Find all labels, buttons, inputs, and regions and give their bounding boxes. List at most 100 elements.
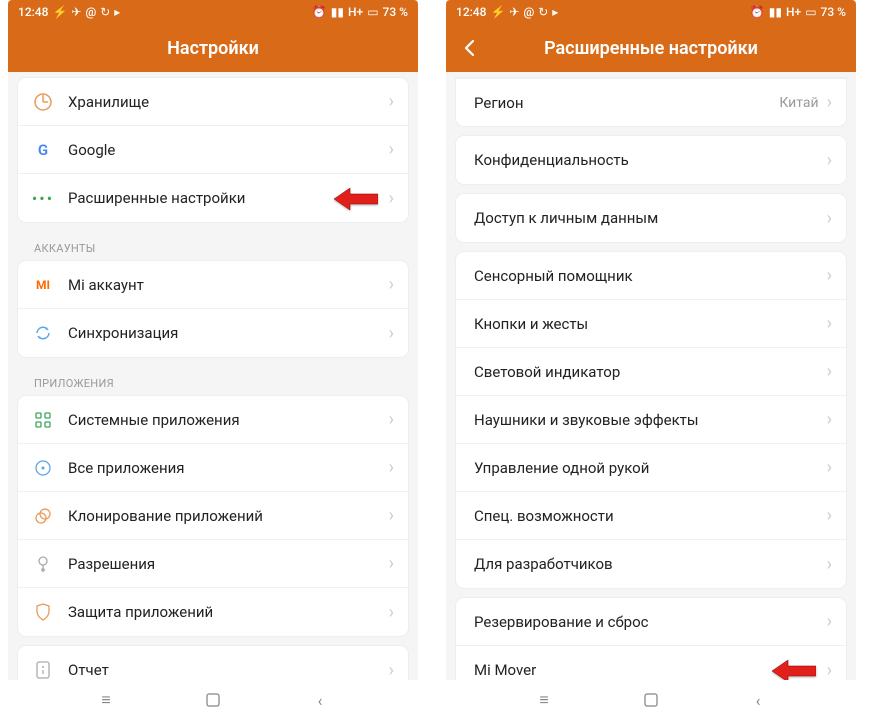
status-time: 12:48 (18, 5, 48, 19)
status-at-icon: @ (85, 5, 96, 19)
page-title: Настройки (167, 38, 259, 59)
row-label: Mi аккаунт (68, 276, 389, 294)
nav-home-icon[interactable] (204, 691, 222, 709)
status-signal-icon: ▮▮ (769, 5, 782, 19)
chevron-right-icon: › (827, 92, 832, 113)
chevron-right-icon: › (389, 323, 394, 344)
row-headphones[interactable]: Наушники и звуковые эффекты › (456, 396, 846, 444)
group-personal-data: Доступ к личным данным › (456, 194, 846, 242)
row-label: Отчет (68, 661, 389, 679)
nav-recents-icon[interactable]: ≡ (97, 691, 115, 709)
chevron-right-icon: › (827, 150, 832, 171)
status-alarm-icon: ⏰ (312, 5, 327, 19)
chevron-right-icon: › (389, 457, 394, 478)
titlebar: Расширенные настройки (446, 24, 856, 72)
nav-home-icon[interactable] (642, 691, 660, 709)
status-loop-icon: ↻ (100, 5, 110, 19)
nav-back-icon[interactable]: ‹ (749, 691, 767, 709)
page-title: Расширенные настройки (544, 38, 758, 59)
status-battery: 73 % (821, 5, 846, 19)
status-bolt-icon: ⚡ (52, 5, 67, 19)
row-one-hand[interactable]: Управление одной рукой › (456, 444, 846, 492)
row-label: Системные приложения (68, 411, 389, 429)
chevron-right-icon: › (827, 660, 832, 681)
row-led[interactable]: Световой индикатор › (456, 348, 846, 396)
status-battery-icon: ▭ (805, 5, 816, 19)
report-icon (32, 659, 54, 680)
status-telegram-icon: ✈ (509, 5, 519, 19)
row-label: Управление одной рукой (474, 459, 827, 477)
row-personal-data[interactable]: Доступ к личным данным › (456, 194, 846, 242)
section-header-apps: ПРИЛОЖЕНИЯ (18, 367, 408, 396)
row-advanced-settings[interactable]: ••• Расширенные настройки › (18, 174, 408, 222)
google-icon: G (32, 139, 54, 161)
group-backup: Резервирование и сброс › Mi Mover › (456, 598, 846, 680)
row-label: Конфиденциальность (474, 151, 827, 169)
phone-advanced-settings: 12:48 ⚡ ✈ @ ↻ ▸ ⏰ ▮▮ H+ ▭ 73 % Расширенн… (446, 0, 856, 720)
back-button[interactable] (458, 36, 482, 60)
chevron-right-icon: › (827, 554, 832, 575)
row-label: Хранилище (68, 93, 389, 111)
chevron-right-icon: › (827, 313, 832, 334)
clone-icon (32, 505, 54, 527)
circle-icon (32, 457, 54, 479)
storage-icon (32, 91, 54, 113)
row-all-apps[interactable]: Все приложения › (18, 444, 408, 492)
settings-group-apps: Системные приложения › Все приложения › … (18, 396, 408, 636)
chevron-right-icon: › (827, 361, 832, 382)
nav-back-icon[interactable]: ‹ (311, 691, 329, 709)
row-mi-account[interactable]: MI Mi аккаунт › (18, 261, 408, 309)
nav-bar: ≡ ‹ (446, 680, 856, 720)
row-sync[interactable]: Синхронизация › (18, 309, 408, 357)
group-privacy: Конфиденциальность › (456, 136, 846, 184)
row-privacy[interactable]: Конфиденциальность › (456, 136, 846, 184)
section-header-accounts: АККАУНТЫ (18, 232, 408, 261)
status-network: H+ (786, 5, 801, 19)
chevron-right-icon: › (389, 505, 394, 526)
status-play-icon: ▸ (552, 5, 558, 19)
nav-recents-icon[interactable]: ≡ (535, 691, 553, 709)
perm-icon (32, 553, 54, 575)
row-app-protection[interactable]: Защита приложений › (18, 588, 408, 636)
row-label: Разрешения (68, 555, 389, 573)
chevron-right-icon: › (827, 409, 832, 430)
apps-icon (32, 409, 54, 431)
row-label: Спец. возможности (474, 507, 827, 525)
row-google[interactable]: G Google › (18, 126, 408, 174)
phone-settings: 12:48 ⚡ ✈ @ ↻ ▸ ⏰ ▮▮ H+ ▭ 73 % Настройки… (8, 0, 418, 720)
chevron-right-icon: › (389, 91, 394, 112)
status-bolt-icon: ⚡ (490, 5, 505, 19)
row-accessibility[interactable]: Спец. возможности › (456, 492, 846, 540)
settings-group-accounts: MI Mi аккаунт › Синхронизация › (18, 261, 408, 357)
row-system-apps[interactable]: Системные приложения › (18, 396, 408, 444)
chevron-right-icon: › (389, 274, 394, 295)
status-bar: 12:48 ⚡ ✈ @ ↻ ▸ ⏰ ▮▮ H+ ▭ 73 % (8, 0, 418, 24)
row-region[interactable]: Регион Китай › (456, 78, 846, 126)
row-report[interactable]: Отчет › (18, 646, 408, 680)
advanced-content[interactable]: Регион Китай › Конфиденциальность › Дост… (446, 72, 856, 680)
chevron-right-icon: › (389, 188, 394, 209)
row-label: Резервирование и сброс (474, 613, 827, 631)
chevron-right-icon: › (389, 660, 394, 681)
nav-bar: ≡ ‹ (8, 680, 418, 720)
row-developer[interactable]: Для разработчиков › (456, 540, 846, 588)
shield-icon (32, 601, 54, 623)
mi-icon: MI (32, 274, 54, 296)
chevron-right-icon: › (827, 505, 832, 526)
status-signal-icon: ▮▮ (331, 5, 344, 19)
group-region: Регион Китай › (456, 78, 846, 126)
status-network: H+ (348, 5, 363, 19)
status-battery-icon: ▭ (367, 5, 378, 19)
row-backup-reset[interactable]: Резервирование и сброс › (456, 598, 846, 646)
status-telegram-icon: ✈ (71, 5, 81, 19)
row-buttons-gestures[interactable]: Кнопки и жесты › (456, 300, 846, 348)
row-permissions[interactable]: Разрешения › (18, 540, 408, 588)
row-storage[interactable]: Хранилище › (18, 78, 408, 126)
row-label: Синхронизация (68, 324, 389, 342)
row-mi-mover[interactable]: Mi Mover › (456, 646, 846, 680)
row-quick-ball[interactable]: Сенсорный помощник › (456, 252, 846, 300)
titlebar: Настройки (8, 24, 418, 72)
dots-icon: ••• (32, 187, 54, 209)
settings-content[interactable]: Хранилище › G Google › ••• Расширенные н… (8, 72, 418, 680)
row-clone-apps[interactable]: Клонирование приложений › (18, 492, 408, 540)
